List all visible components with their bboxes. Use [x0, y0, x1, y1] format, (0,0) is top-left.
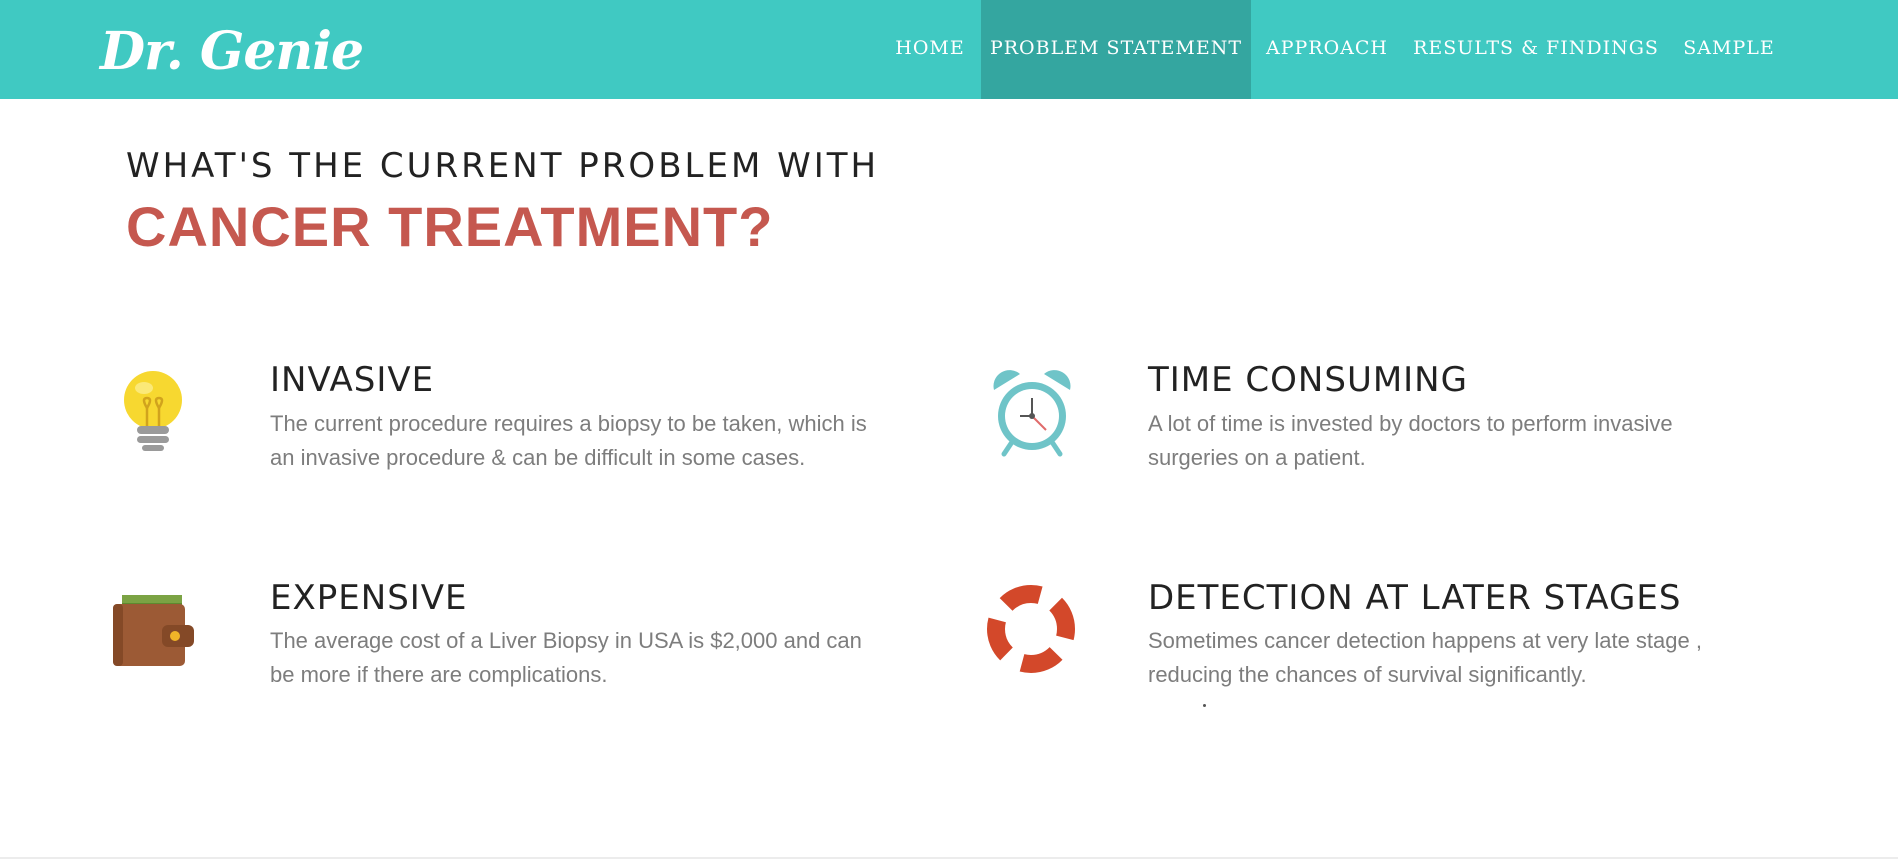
alarm-clock-icon — [990, 368, 1074, 463]
nav-problem-statement[interactable]: PROBLEM STATEMENT — [981, 0, 1251, 99]
feature-text: The average cost of a Liver Biopsy in US… — [270, 628, 862, 687]
nav-results-findings[interactable]: RESULTS & FINDINGS — [1410, 0, 1662, 99]
feature-title: TIME CONSUMING — [1148, 360, 1468, 400]
feature-title: INVASIVE — [270, 360, 435, 400]
lightbulb-icon — [120, 370, 186, 461]
feature-text: The current procedure requires a biopsy … — [270, 411, 867, 470]
section-title: CANCER TREATMENT? — [126, 195, 774, 258]
feature-title: DETECTION AT LATER STAGES — [1148, 578, 1682, 618]
wallet-icon — [112, 594, 196, 673]
brand-logo[interactable]: Dr. Genie — [100, 12, 364, 92]
section-subtitle: WHAT'S THE CURRENT PROBLEM WITH — [126, 146, 880, 186]
navbar: Dr. Genie HOME PROBLEM STATEMENT APPROAC… — [0, 0, 1898, 99]
nav-home[interactable]: HOME — [880, 0, 980, 99]
feature-title: EXPENSIVE — [270, 578, 468, 618]
feature-text: Sometimes cancer detection happens at ve… — [1148, 628, 1702, 687]
nav-approach[interactable]: APPROACH — [1251, 0, 1403, 99]
feature-text: A lot of time is invested by doctors to … — [1148, 411, 1673, 470]
nav-sample[interactable]: SAMPLE — [1676, 0, 1782, 99]
lifebuoy-icon — [986, 584, 1076, 679]
stray-dot — [1203, 704, 1206, 707]
